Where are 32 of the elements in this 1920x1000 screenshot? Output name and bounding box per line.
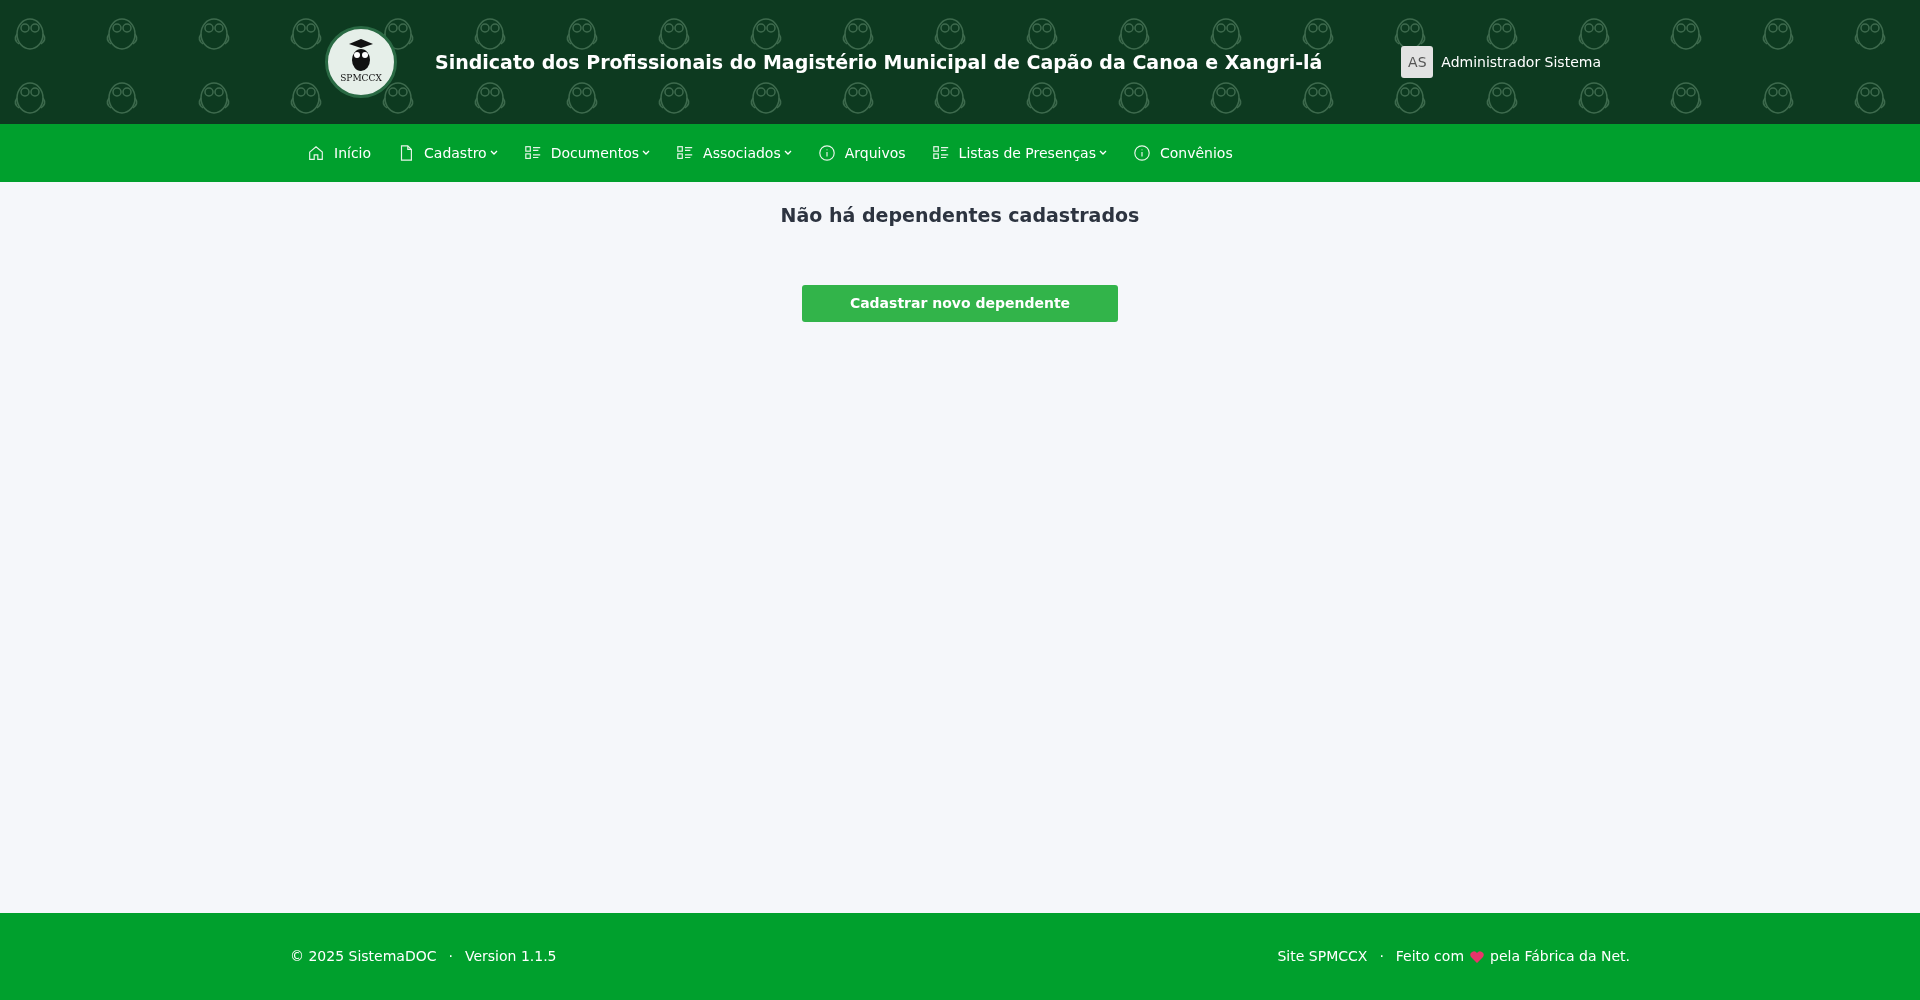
nav-link[interactable]: Associados bbox=[676, 142, 792, 164]
nav-link[interactable]: Convênios bbox=[1132, 142, 1233, 164]
nav-link[interactable]: Documentos bbox=[523, 142, 651, 164]
list-icon bbox=[931, 144, 950, 162]
nav-link[interactable]: Arquivos bbox=[817, 142, 906, 164]
nav-link[interactable]: Início bbox=[307, 142, 372, 164]
chevron-down-icon bbox=[1098, 150, 1107, 156]
copyright-text: © 2025 SistemaDOC bbox=[290, 947, 437, 966]
made-with-text: pela Fábrica da Net. bbox=[1490, 947, 1630, 966]
home-icon bbox=[307, 144, 325, 162]
owl-icon bbox=[347, 38, 375, 73]
add-dependent-button[interactable]: Cadastrar novo dependente bbox=[802, 284, 1118, 322]
separator-dot: · bbox=[448, 947, 453, 966]
made-with-text: Feito com bbox=[1395, 947, 1465, 966]
info-icon bbox=[817, 144, 836, 162]
chevron-down-icon bbox=[642, 150, 651, 156]
nav-link[interactable]: Cadastro bbox=[397, 142, 498, 164]
site-link[interactable]: Site SPMCCX bbox=[1277, 946, 1368, 967]
separator-dot: · bbox=[1379, 947, 1384, 966]
info-icon bbox=[1132, 144, 1151, 162]
empty-state-heading: Não há dependentes cadastrados bbox=[780, 204, 1140, 227]
chevron-down-icon bbox=[783, 150, 792, 156]
user-avatar[interactable]: AS bbox=[1401, 46, 1434, 78]
list-icon bbox=[523, 144, 542, 162]
chevron-down-icon bbox=[489, 150, 498, 156]
list-icon bbox=[676, 144, 695, 162]
nav-link[interactable]: Listas de Presenças bbox=[931, 142, 1107, 164]
site-title: Sindicato dos Profissionais do Magistério Municipal de Capão da Canoa e Xangri-lá bbox=[435, 49, 1323, 75]
user-name[interactable]: Administrador Sistema bbox=[1441, 51, 1601, 73]
logo-text: SPMCCX bbox=[340, 72, 382, 86]
heart-icon bbox=[1470, 950, 1485, 963]
version-text: Version 1.1.5 bbox=[464, 947, 557, 966]
